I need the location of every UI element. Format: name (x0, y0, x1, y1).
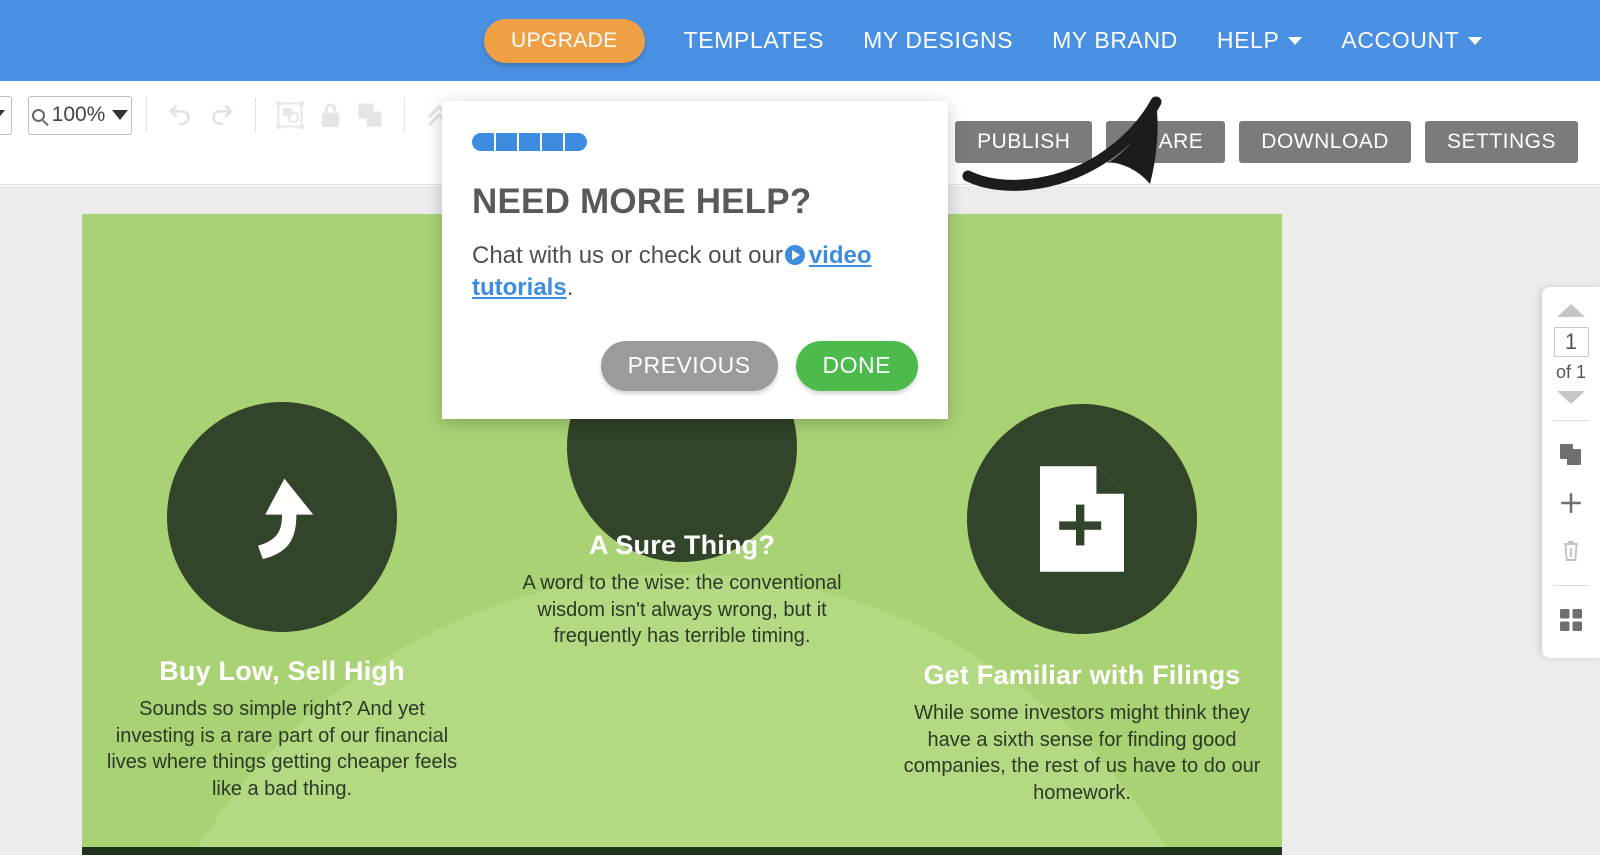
font-size-dropdown[interactable] (0, 95, 12, 135)
modal-body: Chat with us or check out our video tutor… (472, 240, 918, 305)
search-icon (31, 108, 45, 122)
panel-divider (1553, 585, 1589, 586)
download-button[interactable]: DOWNLOAD (1239, 121, 1411, 163)
play-icon (784, 245, 805, 265)
nav-item-help[interactable]: HELP (1216, 27, 1303, 54)
done-button[interactable]: DONE (795, 340, 918, 391)
chevron-down-icon (112, 110, 129, 120)
column-2-title: A Sure Thing? (588, 530, 776, 560)
column-3-body: While some investors might think they ha… (903, 702, 1261, 804)
modal-body-period: . (566, 274, 574, 302)
app-root: UPGRADE TEMPLATES MY DESIGNS MY BRAND HE… (0, 0, 1600, 855)
column-3-title: Get Familiar with Filings (923, 660, 1241, 690)
step-indicator-segment[interactable] (472, 133, 494, 151)
toolbar-action-buttons: PUBLISH SHARE DOWNLOAD SETTINGS (955, 121, 1578, 163)
nav-item-my-brand-label: MY BRAND (1052, 27, 1178, 53)
page-number-input[interactable]: 1 (1553, 327, 1589, 357)
column-1-title: Buy Low, Sell High (159, 656, 405, 686)
nav-item-my-designs[interactable]: MY DESIGNS (863, 27, 1013, 54)
step-progress-indicator (472, 133, 918, 151)
undo-icon[interactable] (161, 95, 201, 135)
next-page-button[interactable] (1557, 391, 1585, 404)
column-1-body: Sounds so simple right? And yet investin… (106, 698, 458, 800)
lock-icon[interactable] (310, 95, 350, 135)
page-navigation-panel: 1 of 1 (1542, 287, 1600, 658)
settings-button[interactable]: SETTINGS (1424, 121, 1578, 163)
chevron-down-icon (1468, 36, 1483, 45)
duplicate-icon[interactable] (350, 95, 390, 135)
curved-up-arrow-icon (167, 402, 397, 632)
previous-page-button[interactable] (1557, 304, 1585, 317)
top-navigation-items: UPGRADE TEMPLATES MY DESIGNS MY BRAND HE… (484, 18, 1483, 63)
panel-divider (1553, 420, 1589, 421)
top-navigation-bar: UPGRADE TEMPLATES MY DESIGNS MY BRAND HE… (0, 0, 1600, 81)
previous-button[interactable]: PREVIOUS (600, 340, 778, 391)
toolbar-divider (404, 98, 405, 132)
step-indicator-segment[interactable] (542, 133, 563, 151)
help-modal-container: NEED MORE HELP? Chat with us or check ou… (442, 101, 948, 419)
nav-item-my-brand[interactable]: MY BRAND (1052, 27, 1178, 54)
step-indicator-segment[interactable] (519, 133, 540, 151)
zoom-control[interactable]: 100% (28, 95, 132, 135)
toolbar-divider (146, 98, 147, 132)
nav-item-templates[interactable]: TEMPLATES (684, 27, 824, 54)
chevron-down-icon (0, 110, 5, 120)
nav-item-account-label: ACCOUNT (1341, 27, 1460, 53)
toolbar-left-group: 100% (0, 95, 459, 135)
nav-item-templates-label: TEMPLATES (683, 27, 825, 53)
add-page-icon[interactable] (1551, 483, 1591, 523)
publish-button[interactable]: PUBLISH (955, 121, 1093, 163)
need-more-help-modal: NEED MORE HELP? Chat with us or check ou… (442, 101, 948, 419)
upgrade-button[interactable]: UPGRADE (484, 18, 645, 63)
grid-view-icon[interactable] (1551, 600, 1591, 640)
toolbar-divider (255, 98, 256, 132)
delete-page-icon[interactable] (1551, 531, 1591, 571)
zoom-level-label: 100% (51, 103, 106, 126)
nav-item-help-label: HELP (1216, 27, 1280, 53)
document-plus-icon (967, 404, 1197, 634)
step-indicator-segment[interactable] (496, 133, 517, 151)
modal-body-text: Chat with us or check out our (472, 242, 783, 269)
group-icon[interactable] (270, 95, 310, 135)
nav-item-my-designs-label: MY DESIGNS (863, 27, 1014, 53)
step-indicator-segment[interactable] (565, 133, 587, 151)
nav-item-account[interactable]: ACCOUNT (1341, 27, 1483, 54)
share-button[interactable]: SHARE (1106, 121, 1226, 163)
column-2-body: A word to the wise: the conventional wis… (522, 572, 842, 648)
chevron-down-icon (1288, 36, 1303, 45)
modal-action-buttons: PREVIOUS DONE (472, 340, 918, 391)
page-total-label: of 1 (1555, 362, 1587, 382)
duplicate-page-icon[interactable] (1551, 435, 1591, 475)
redo-icon[interactable] (201, 95, 241, 135)
infographic-column-1: Buy Low, Sell High Sounds so simple righ… (82, 214, 482, 855)
modal-title: NEED MORE HELP? (472, 182, 812, 221)
